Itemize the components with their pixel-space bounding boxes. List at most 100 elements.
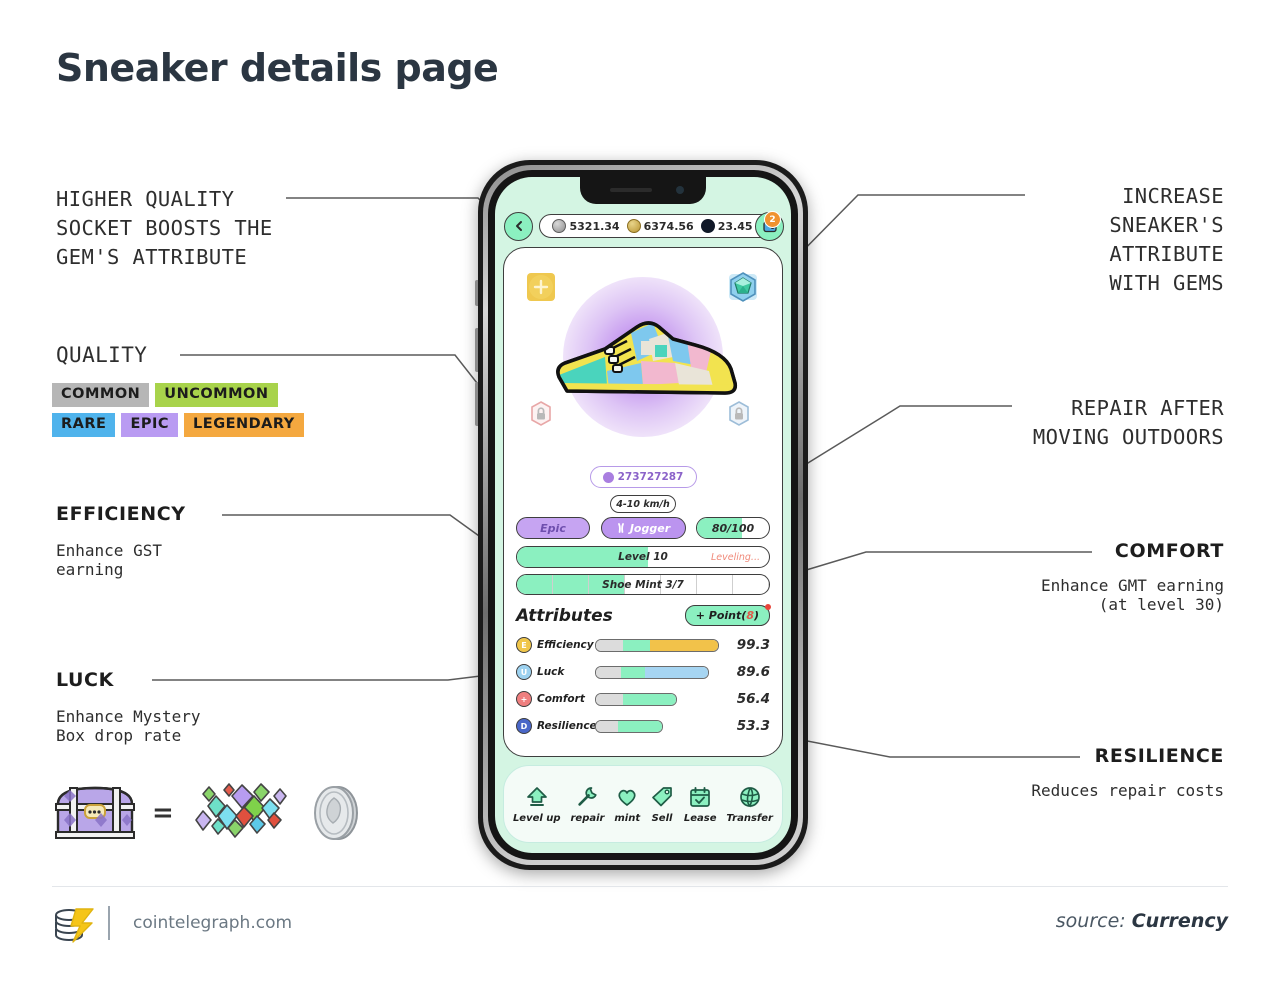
chevron-left-icon xyxy=(515,221,522,231)
front-camera xyxy=(676,186,684,194)
gmt-token-icon xyxy=(626,219,641,233)
empty-socket-icon xyxy=(527,273,555,301)
speed-range-chip: 4-10 km/h xyxy=(610,495,676,513)
attribute-row-luck: U Luck 89.6 xyxy=(516,664,770,680)
luck-head: LUCK xyxy=(56,669,114,691)
sneaker-chip-row: Epic Jogger 80/100 xyxy=(504,513,782,539)
sneaker-detail-card: 273727287 4-10 km/h Epic Jogger 80/100 L… xyxy=(503,247,783,757)
source-prefix: source: xyxy=(1055,910,1132,932)
nav-mint[interactable]: mint xyxy=(614,785,640,824)
resilience-value: 53.3 xyxy=(736,718,770,734)
efficiency-head: EFFICIENCY xyxy=(56,503,186,525)
nav-sell[interactable]: Sell xyxy=(650,785,674,824)
footer-url[interactable]: cointelegraph.com xyxy=(133,913,292,933)
page-title: Sneaker details page xyxy=(56,46,499,90)
cointelegraph-logo xyxy=(55,908,94,943)
shoe-type-icon xyxy=(617,522,624,533)
resilience-label: Resilience xyxy=(537,720,597,732)
add-point-button[interactable]: + Point( 8 ) xyxy=(684,604,771,626)
point-prefix: + Point( xyxy=(695,609,747,622)
nav-label: repair xyxy=(570,812,605,824)
badge-epic: EPIC xyxy=(121,413,179,437)
balances-bar[interactable]: 5321.34 6374.56 23.45 xyxy=(539,214,782,238)
footer-source: source: Currency xyxy=(1056,910,1228,932)
annotation-luck: LUCK Enhance Mystery Box drop rate xyxy=(56,669,201,745)
annotation-resilience: RESILIENCE Reduces repair costs xyxy=(1031,745,1224,800)
sneaker-stage xyxy=(504,248,782,466)
phone-volume-down[interactable] xyxy=(475,382,478,426)
quality-badges-row-2: RARE EPIC LEGENDARY xyxy=(52,413,304,437)
efficiency-icon: E xyxy=(516,637,532,653)
balance-gmt: 6374.56 xyxy=(626,219,694,233)
annotation-repair: REPAIR AFTER MOVING OUTDOORS xyxy=(1032,396,1224,449)
efficiency-value: 99.3 xyxy=(736,637,770,653)
sol-token-icon xyxy=(700,219,715,233)
nav-label: Level up xyxy=(512,812,561,824)
wallet-button[interactable]: 2 xyxy=(755,211,784,241)
badge-uncommon: UNCOMMON xyxy=(155,383,278,407)
nav-lease[interactable]: Lease xyxy=(684,785,717,824)
level-bar[interactable]: Level 10 Leveling... xyxy=(516,546,770,568)
nav-level-up[interactable]: Level up xyxy=(513,785,561,824)
luck-icon: U xyxy=(516,664,532,680)
phone-mockup: 5321.34 6374.56 23.45 2 273727287 4-10 k… xyxy=(475,160,808,870)
durability-value: 80/100 xyxy=(711,521,755,535)
nav-label: mint xyxy=(614,812,641,824)
footer-divider xyxy=(52,886,1228,887)
point-suffix: ) xyxy=(753,609,759,622)
annotation-efficiency: EFFICIENCY Enhance GST earning xyxy=(56,503,186,579)
efficiency-bar xyxy=(595,638,719,652)
resilience-icon: D xyxy=(516,718,532,734)
earpiece-speaker xyxy=(610,188,652,192)
treasure-chest-icon xyxy=(55,786,135,839)
comfort-head: COMFORT xyxy=(1114,540,1224,562)
luck-value: 89.6 xyxy=(736,664,770,680)
comfort-label: Comfort xyxy=(537,693,585,705)
quality-chip[interactable]: Epic xyxy=(516,517,590,539)
socket-gem-empty[interactable] xyxy=(524,270,558,304)
luck-label: Luck xyxy=(537,666,565,678)
annotation-gems: INCREASE SNEAKER'S ATTRIBUTE WITH GEMS xyxy=(1109,184,1224,295)
type-chip-label: Jogger xyxy=(629,521,671,535)
equals-sign: = xyxy=(152,798,174,828)
infographic-page: Sneaker details page HIGHER QUALITY SOCK… xyxy=(0,0,1280,997)
annotation-socket: HIGHER QUALITY SOCKET BOOSTS THE GEM'S A… xyxy=(56,187,273,269)
phone-volume-up[interactable] xyxy=(475,328,478,372)
bottom-nav: Level up repair mint Sell Lease Transfer xyxy=(503,765,783,843)
gst-token-icon xyxy=(552,219,567,233)
phone-screen: 5321.34 6374.56 23.45 2 273727287 4-10 k… xyxy=(495,177,791,853)
annotation-quality-label: QUALITY xyxy=(56,343,148,367)
nav-repair[interactable]: repair xyxy=(570,785,604,824)
nav-transfer[interactable]: Transfer xyxy=(726,785,773,824)
footer-separator xyxy=(108,906,110,940)
level-status: Leveling... xyxy=(711,551,760,563)
resilience-head: RESILIENCE xyxy=(1094,745,1224,767)
type-chip[interactable]: Jogger xyxy=(600,517,686,539)
back-button[interactable] xyxy=(504,211,533,241)
balance-sol: 23.45 xyxy=(700,219,753,233)
silver-coin-icon xyxy=(313,786,358,840)
attributes-title: Attributes xyxy=(516,605,613,626)
phone-mute-switch[interactable] xyxy=(475,280,478,306)
durability-chip[interactable]: 80/100 xyxy=(696,517,770,539)
annotation-comfort: COMFORT Enhance GMT earning (at level 30… xyxy=(1040,540,1224,614)
badge-rare: RARE xyxy=(52,413,116,437)
heart-icon xyxy=(618,789,636,806)
comfort-icon: + xyxy=(516,691,532,707)
sneaker-id-chip[interactable]: 273727287 xyxy=(589,466,697,488)
globe-refresh-icon xyxy=(739,786,760,807)
phone-notch xyxy=(580,177,706,204)
resilience-bar xyxy=(595,719,663,733)
mint-bar[interactable]: Shoe Mint 3/7 xyxy=(516,574,770,595)
nav-label: Lease xyxy=(683,812,717,824)
luck-bar xyxy=(595,665,709,679)
sneaker-id-value: 273727287 xyxy=(617,471,684,483)
comfort-bar xyxy=(595,692,677,706)
mint-label: Shoe Mint 3/7 xyxy=(602,578,684,591)
socket-gem-filled[interactable] xyxy=(726,270,760,304)
app-statusbar: 5321.34 6374.56 23.45 2 xyxy=(495,209,791,243)
gem-socket-icon xyxy=(729,272,757,302)
calendar-check-icon xyxy=(690,786,711,807)
efficiency-label: Efficiency xyxy=(537,639,594,651)
attributes-section: Attributes + Point( 8 ) E Efficiency 99.… xyxy=(504,595,782,734)
